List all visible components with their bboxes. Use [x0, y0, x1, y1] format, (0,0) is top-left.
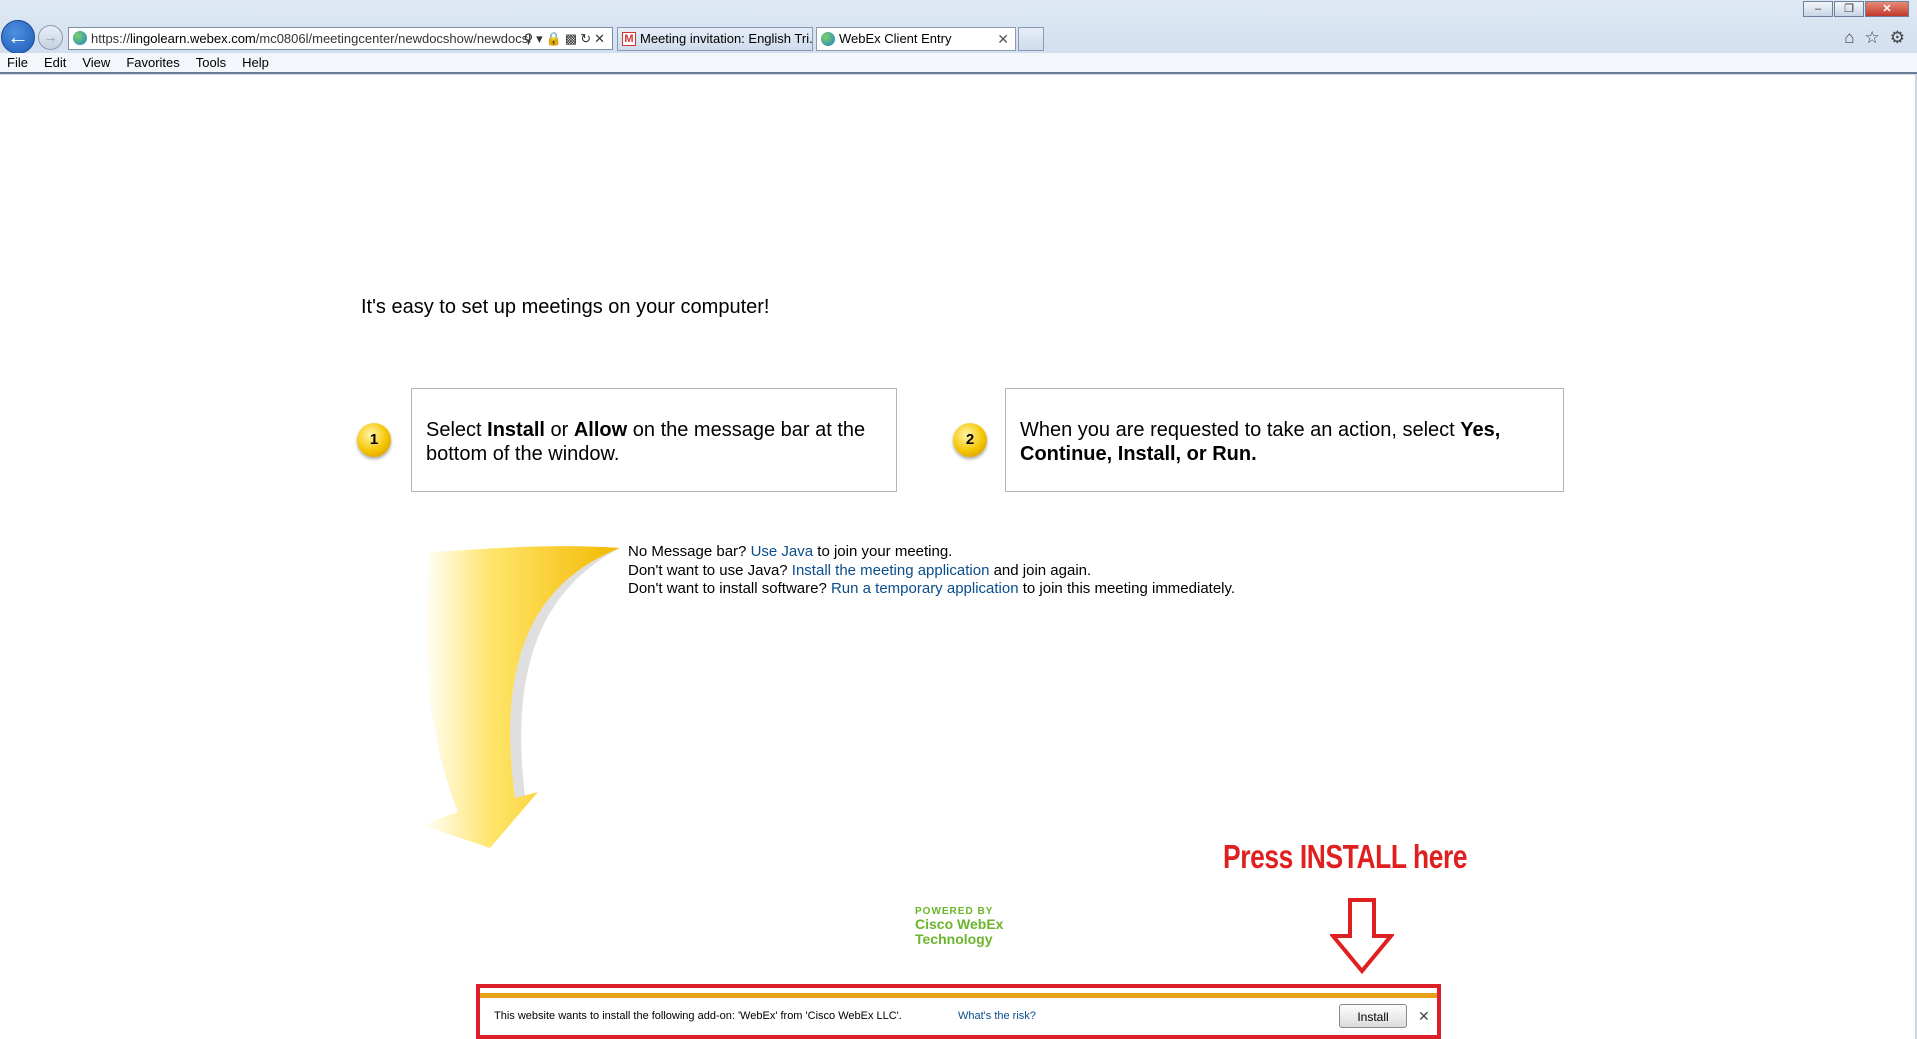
- compat-icon[interactable]: ▩: [565, 31, 580, 46]
- globe-icon: [821, 32, 835, 46]
- install-button[interactable]: Install: [1339, 1004, 1407, 1028]
- step-1-badge: 1: [357, 423, 391, 457]
- menu-favorites[interactable]: Favorites: [118, 53, 187, 72]
- help-line-install-app: Don't want to use Java? Install the meet…: [628, 562, 1235, 581]
- notification-highlight-frame: This website wants to install the follow…: [476, 984, 1441, 1039]
- forward-button[interactable]: →: [38, 25, 63, 50]
- refresh-icon[interactable]: ↻: [580, 31, 594, 46]
- lock-icon[interactable]: 🔒: [546, 31, 565, 46]
- help-text: Don't want to install software?: [628, 580, 831, 597]
- window-controls: – ❐ ✕: [1802, 1, 1909, 19]
- address-host: lingolearn.webex.com: [130, 31, 256, 46]
- menu-help[interactable]: Help: [234, 53, 277, 72]
- close-tab-icon[interactable]: ✕: [997, 28, 1009, 50]
- help-text: to join this meeting immediately.: [1018, 580, 1236, 597]
- menu-file[interactable]: File: [0, 53, 36, 72]
- step-2-text: When you are requested to take an action…: [1020, 419, 1461, 441]
- step-1-bold-install: Install: [487, 419, 545, 441]
- search-icon[interactable]: ⚲: [524, 31, 537, 46]
- address-tools: ⚲▾🔒▩↻✕: [524, 28, 608, 49]
- tab-label: WebEx Client Entry: [839, 31, 952, 46]
- home-icon[interactable]: ⌂: [1844, 28, 1854, 48]
- browser-chrome: ← → https://lingolearn.webex.com/mc0806l…: [0, 0, 1917, 75]
- step-2-box: When you are requested to take an action…: [1005, 388, 1564, 492]
- red-down-arrow-icon: [1330, 898, 1394, 974]
- menu-edit[interactable]: Edit: [36, 53, 74, 72]
- notification-message: This website wants to install the follow…: [494, 1010, 902, 1022]
- use-java-link[interactable]: Use Java: [751, 543, 814, 560]
- gmail-icon: M: [622, 32, 636, 46]
- step-1-text-a: Select: [426, 419, 488, 441]
- favorites-star-icon[interactable]: ☆: [1865, 28, 1880, 48]
- powered-by-cisco-logo: POWERED BY Cisco WebEx Technology: [915, 906, 1003, 947]
- cisco-webex-label: Cisco WebEx: [915, 916, 1004, 932]
- run-temporary-app-link[interactable]: Run a temporary application: [831, 580, 1019, 597]
- install-meeting-app-link[interactable]: Install the meeting application: [792, 562, 990, 579]
- minimize-button[interactable]: –: [1803, 1, 1833, 17]
- address-bar[interactable]: https://lingolearn.webex.com/mc0806l/mee…: [68, 27, 613, 50]
- help-line-java: No Message bar? Use Java to join your me…: [628, 543, 1235, 562]
- step-2-badge: 2: [953, 423, 987, 457]
- menu-bar: File Edit View Favorites Tools Help: [0, 53, 1917, 74]
- site-globe-icon: [73, 31, 87, 45]
- addon-notification-bar: This website wants to install the follow…: [480, 993, 1437, 1035]
- tab-webex-client-entry[interactable]: WebEx Client Entry ✕: [816, 27, 1016, 51]
- restore-button[interactable]: ❐: [1834, 1, 1864, 17]
- menu-tools[interactable]: Tools: [188, 53, 234, 72]
- help-text: Don't want to use Java?: [628, 561, 792, 579]
- whats-the-risk-link[interactable]: What's the risk?: [958, 1010, 1036, 1022]
- dropdown-icon[interactable]: ▾: [536, 31, 546, 46]
- yellow-curved-arrow-icon: [422, 546, 620, 848]
- menu-view[interactable]: View: [74, 53, 118, 72]
- page-headline: It's easy to set up meetings on your com…: [361, 296, 770, 318]
- help-lines: No Message bar? Use Java to join your me…: [628, 543, 1235, 599]
- address-path: /mc0806l/meetingcenter/newdocshow/newdoc…: [255, 31, 532, 46]
- close-notification-icon[interactable]: ✕: [1418, 1008, 1430, 1025]
- tab-meeting-invitation[interactable]: M Meeting invitation: English Tri...: [617, 27, 813, 51]
- step-1-box: Select Install or Allow on the message b…: [411, 388, 897, 492]
- step-1-text-b: or: [544, 419, 574, 441]
- toolbar-icons: ⌂ ☆ ⚙: [1844, 28, 1905, 48]
- stop-icon[interactable]: ✕: [594, 31, 608, 46]
- tab-label: Meeting invitation: English Tri...: [640, 31, 813, 46]
- help-text: No Message bar?: [628, 543, 751, 560]
- back-button[interactable]: ←: [1, 20, 35, 54]
- help-line-temp-app: Don't want to install software? Run a te…: [628, 580, 1235, 599]
- close-window-button[interactable]: ✕: [1865, 1, 1909, 17]
- new-tab-button[interactable]: [1018, 27, 1044, 51]
- address-prefix: https://: [91, 31, 131, 46]
- gear-icon[interactable]: ⚙: [1890, 28, 1905, 48]
- press-install-annotation: Press INSTALL here: [1223, 838, 1468, 875]
- technology-label: Technology: [915, 931, 993, 947]
- step-1-bold-allow: Allow: [573, 419, 628, 441]
- help-text: to join your meeting.: [813, 543, 953, 560]
- help-text: and join again.: [989, 561, 1092, 579]
